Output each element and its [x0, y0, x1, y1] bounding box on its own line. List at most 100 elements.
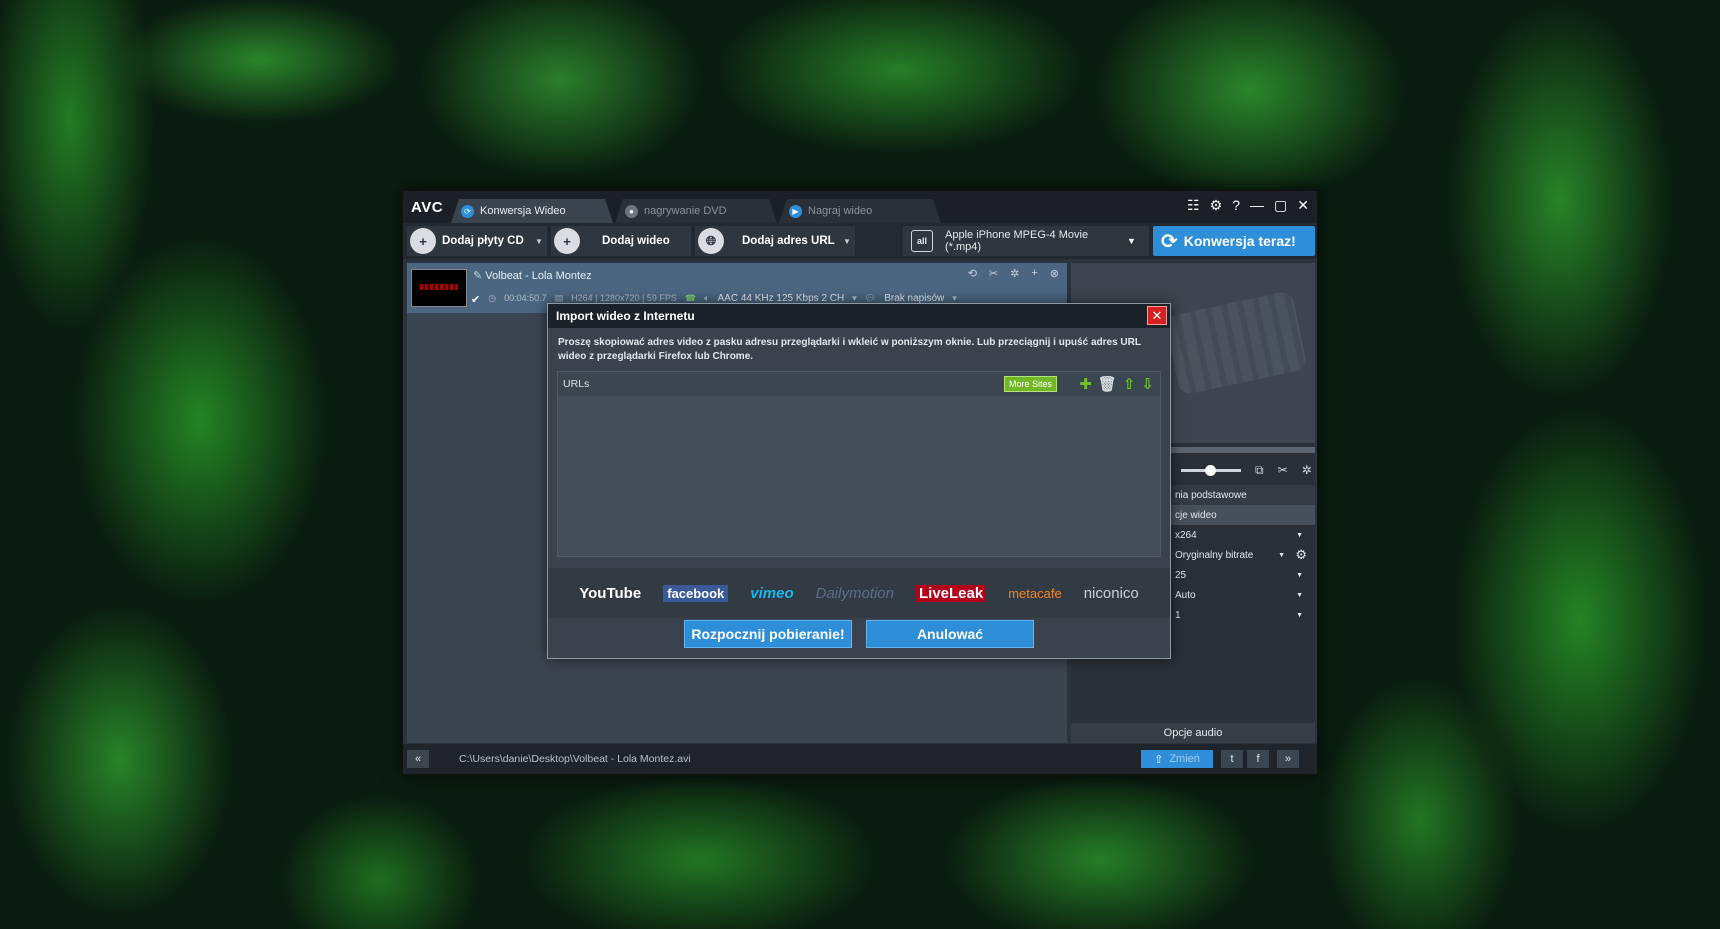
- close-icon[interactable]: ✕: [1147, 306, 1167, 325]
- check-icon[interactable]: ✔: [471, 293, 480, 306]
- file-title: ✎ Volbeat - Lola Montez: [473, 269, 592, 282]
- section-video-label: cje wideo: [1175, 509, 1217, 521]
- chevron-down-icon[interactable]: ▼: [839, 226, 855, 256]
- option-value: 25: [1175, 569, 1187, 581]
- section-audio-options[interactable]: Opcje audio: [1071, 723, 1315, 743]
- add-url-label: Dodaj adres URL: [742, 235, 835, 247]
- refresh-icon[interactable]: ⟲: [968, 267, 977, 280]
- output-profile-select[interactable]: all Apple iPhone MPEG-4 Movie (*.mp4) ▼: [903, 226, 1149, 256]
- window-controls: ☷ ⚙ ? — ▢ ✕: [1187, 197, 1309, 214]
- help-icon[interactable]: ?: [1232, 197, 1240, 214]
- close-icon[interactable]: ✕: [1297, 197, 1309, 214]
- convert-label: Konwersja teraz!: [1183, 233, 1296, 249]
- dialog-title: Import wideo z Internetu: [556, 309, 695, 323]
- profile-all-icon: all: [911, 230, 933, 252]
- twitter-icon[interactable]: t: [1221, 750, 1243, 768]
- chevron-down-icon: ▼: [1296, 591, 1303, 599]
- scissors-icon[interactable]: ✂: [989, 267, 998, 280]
- section-basic-label: nia podstawowe: [1175, 489, 1247, 501]
- chevron-down-icon: ▼: [1278, 551, 1285, 559]
- minimize-icon[interactable]: —: [1250, 197, 1264, 214]
- app-logo: AVC: [410, 198, 444, 216]
- vimeo-logo: vimeo: [750, 584, 794, 602]
- scissors-icon[interactable]: ✂: [1278, 463, 1288, 477]
- chevron-down-icon[interactable]: ▼: [1127, 236, 1149, 246]
- volume-slider[interactable]: [1181, 464, 1241, 476]
- add-url-button[interactable]: 🌐︎ Dodaj adres URL ▼: [695, 226, 855, 256]
- video-thumbnail: [411, 269, 467, 307]
- tab-record-video[interactable]: ▶ Nagraj wideo: [779, 199, 941, 223]
- film-reel-icon: [1164, 290, 1308, 396]
- clock-icon: ◷: [488, 293, 497, 303]
- title-bar: AVC ⟳ Konwersja Wideo ● nagrywanie DVD ▶…: [403, 191, 1317, 223]
- metacafe-logo: metacafe: [1008, 585, 1062, 601]
- dailymotion-logo: Dailymotion: [815, 584, 894, 602]
- refresh-icon: ⟳: [461, 205, 474, 218]
- facebook-icon[interactable]: f: [1247, 750, 1269, 768]
- chevron-down-icon: ▼: [1296, 531, 1303, 539]
- chevron-down-icon: ▼: [1296, 611, 1303, 619]
- remove-icon[interactable]: ⊗: [1050, 267, 1059, 280]
- chevron-down-icon[interactable]: ▼: [531, 226, 547, 256]
- add-cd-label: Dodaj płyty CD: [442, 235, 524, 247]
- convert-now-button[interactable]: ⟳ Konwersja teraz!: [1153, 226, 1315, 256]
- dialog-title-bar: Import wideo z Internetu ✕: [548, 304, 1170, 328]
- liveleak-logo: LiveLeak: [916, 584, 987, 602]
- import-url-dialog: Import wideo z Internetu ✕ Proszę skopio…: [547, 303, 1171, 659]
- duration: 00:04:50.7: [504, 293, 547, 303]
- urls-label: URLs: [563, 378, 590, 390]
- tab-dvd-burning[interactable]: ● nagrywanie DVD: [615, 199, 777, 223]
- change-label: Zmień: [1169, 753, 1200, 765]
- url-actions: ✚ 🗑︎ ⇧ ⇩: [1079, 375, 1154, 393]
- tab-label: nagrywanie DVD: [644, 205, 727, 217]
- tab-video-conversion[interactable]: ⟳ Konwersja Wideo: [451, 199, 613, 223]
- start-download-button[interactable]: Rozpocznij pobieranie!: [684, 620, 852, 648]
- trash-icon[interactable]: 🗑︎: [1098, 375, 1117, 393]
- more-sites-button[interactable]: More Sites: [1003, 376, 1057, 392]
- add-video-label: Dodaj wideo: [602, 235, 670, 247]
- disc-add-icon: +: [410, 228, 436, 254]
- arrow-down-icon[interactable]: ⇩: [1141, 375, 1154, 393]
- upload-icon: ⇧: [1154, 753, 1164, 766]
- youtube-logo: YouTube: [579, 584, 642, 602]
- url-list-header: URLs More Sites ✚ 🗑︎ ⇧ ⇩: [558, 372, 1160, 396]
- add-cd-button[interactable]: + Dodaj płyty CD ▼: [407, 226, 547, 256]
- history-icon[interactable]: ☷: [1187, 197, 1200, 214]
- tab-label: Nagraj wideo: [808, 205, 873, 217]
- option-value: Oryginalny bitrate: [1175, 549, 1254, 561]
- supported-sites: YouTube facebook vimeo Dailymotion LiveL…: [548, 568, 1170, 618]
- url-list[interactable]: URLs More Sites ✚ 🗑︎ ⇧ ⇩: [557, 371, 1161, 557]
- change-button[interactable]: ⇧ Zmień: [1141, 750, 1213, 768]
- cancel-button[interactable]: Anulować: [866, 620, 1034, 648]
- profile-label: Apple iPhone MPEG-4 Movie (*.mp4): [945, 229, 1089, 253]
- copy-icon[interactable]: ⧉: [1255, 463, 1264, 478]
- file-title-text: Volbeat - Lola Montez: [485, 270, 592, 282]
- film-add-icon: +: [554, 228, 580, 254]
- magic-wand-icon[interactable]: ✲: [1302, 463, 1312, 477]
- chevron-down-icon: ▼: [1296, 571, 1303, 579]
- item-actions: ⟲ ✂ ✲ + ⊗: [968, 267, 1059, 280]
- plus-icon[interactable]: +: [1031, 267, 1037, 280]
- maximize-icon[interactable]: ▢: [1274, 197, 1287, 214]
- option-value: x264: [1175, 529, 1197, 541]
- tab-label: Konwersja Wideo: [480, 205, 566, 217]
- gear-icon[interactable]: ⚙: [1210, 197, 1223, 214]
- dialog-buttons: Rozpocznij pobieranie! Anulować: [548, 620, 1170, 648]
- toolbar: + Dodaj płyty CD ▼ + Dodaj wideo 🌐︎ Doda…: [403, 223, 1317, 259]
- globe-add-icon: 🌐︎: [698, 228, 724, 254]
- magic-wand-icon[interactable]: ✲: [1010, 267, 1019, 280]
- refresh-icon: ⟳: [1161, 230, 1178, 253]
- output-path: C:\Users\danie\Desktop\Volbeat - Lola Mo…: [459, 753, 691, 765]
- disc-icon: ●: [625, 205, 638, 218]
- facebook-logo: facebook: [663, 584, 729, 602]
- option-value: Auto: [1175, 589, 1196, 601]
- gear-icon[interactable]: ⚙: [1295, 547, 1307, 563]
- add-video-button[interactable]: + Dodaj wideo: [551, 226, 691, 256]
- pencil-icon[interactable]: ✎: [473, 270, 482, 282]
- add-icon[interactable]: ✚: [1079, 375, 1092, 393]
- option-value: 1: [1175, 609, 1181, 621]
- collapse-button[interactable]: «: [407, 750, 429, 768]
- arrow-up-icon[interactable]: ⇧: [1123, 375, 1136, 393]
- expand-button[interactable]: »: [1277, 750, 1299, 768]
- play-icon: ▶: [789, 205, 802, 218]
